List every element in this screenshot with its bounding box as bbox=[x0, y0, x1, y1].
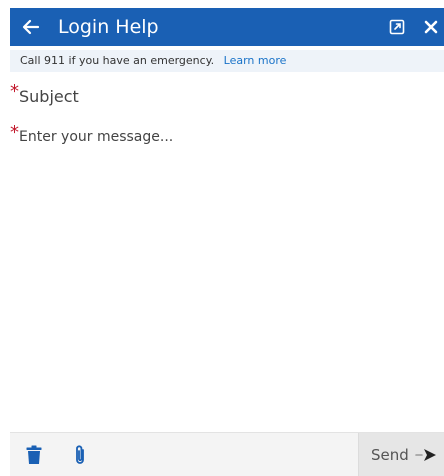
delete-button[interactable] bbox=[22, 440, 46, 470]
send-button[interactable]: Send bbox=[358, 432, 444, 476]
login-help-window: Login Help Call 911 if you have an emerg… bbox=[0, 0, 444, 476]
back-button[interactable] bbox=[10, 8, 52, 46]
emergency-notice-text: Call 911 if you have an emergency. bbox=[20, 54, 215, 67]
required-marker: * bbox=[10, 122, 19, 143]
learn-more-link[interactable]: Learn more bbox=[224, 54, 287, 67]
popout-button[interactable] bbox=[382, 8, 412, 46]
required-marker: * bbox=[10, 81, 19, 102]
popout-icon bbox=[389, 19, 405, 35]
message-field-row: * bbox=[10, 122, 430, 406]
arrow-left-icon bbox=[22, 19, 40, 35]
subject-field-row: * bbox=[10, 81, 430, 109]
emergency-notice: Call 911 if you have an emergency. Learn… bbox=[10, 50, 444, 72]
trash-icon bbox=[26, 445, 42, 464]
close-icon bbox=[424, 20, 438, 34]
close-button[interactable] bbox=[418, 8, 444, 46]
send-arrow-icon bbox=[414, 448, 437, 462]
page-title: Login Help bbox=[58, 16, 159, 38]
send-label: Send bbox=[371, 445, 409, 464]
header-bar: Login Help bbox=[10, 8, 444, 46]
subject-input[interactable] bbox=[19, 85, 419, 109]
paperclip-icon bbox=[76, 444, 84, 464]
message-input[interactable] bbox=[19, 126, 419, 406]
attach-button[interactable] bbox=[68, 440, 92, 470]
composer-footer: Send bbox=[10, 432, 444, 476]
